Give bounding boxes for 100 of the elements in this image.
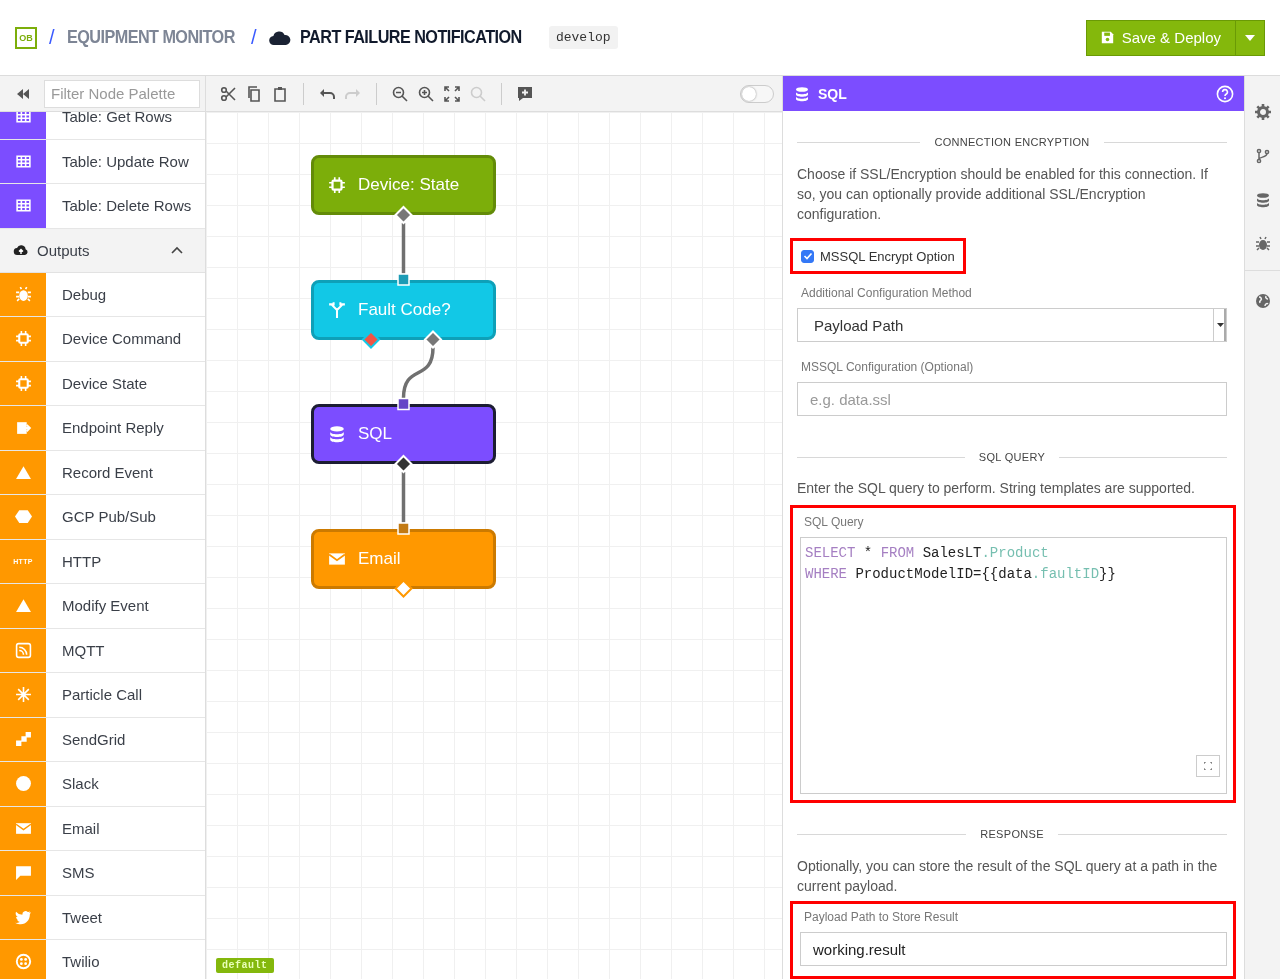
palette-node[interactable]: Modify Event [0,584,205,629]
node-label: Device: State [358,175,460,195]
breadcrumb-link[interactable]: EQUIPMENT MONITOR [66,27,235,48]
squares-icon [14,730,32,748]
palette-node[interactable]: Debug [0,272,205,317]
checkmark-icon [802,251,813,261]
node-label: SQL [358,424,393,444]
fit-view-icon [444,85,460,102]
palette-node[interactable]: Table: Update Row [0,139,205,184]
clipboard-icon [272,85,288,102]
section-heading: SQL QUERY [978,451,1046,463]
section-description: Optionally, you can store the result of the SQL query at a path in the current payload. [797,857,1219,896]
node-label: Table: Get Rows [61,112,173,126]
method-dropdown[interactable]: Payload Path [797,308,1227,342]
node-label: Table: Update Row [61,152,189,170]
input-port[interactable] [397,522,410,535]
field-label: MSSQL Configuration (Optional) [800,359,975,375]
palette-node[interactable]: Endpoint Reply [0,406,205,451]
warning-triangle-icon [14,597,32,615]
field-label: SQL Query [803,514,865,530]
zoom-out-icon [392,85,408,102]
sparkle-icon [14,686,32,704]
feed-icon [14,641,32,659]
section-description: Choose if SSL/Encryption should be enabled for this connection. If so, you can optionally provide additional SSL/Encryption configuration. [797,165,1209,224]
palette-node[interactable]: Table: Delete Rows [0,184,205,229]
node-label: HTTP [61,552,102,570]
node-label: Email [358,548,401,569]
palette-node[interactable]: Tweet [0,895,205,940]
bird-icon [14,908,32,926]
node-label: SendGrid [61,730,126,748]
globe-icon [1254,293,1271,309]
text-field[interactable]: e.g. data.ssl [797,382,1227,416]
checkbox-label: MSSQL Encrypt Option [820,248,955,264]
palette-node[interactable]: Email [0,806,205,851]
section-heading: RESPONSE [980,828,1044,840]
database-icon [794,85,810,102]
fork-icon [328,300,346,319]
node-label: Endpoint Reply [61,419,164,437]
flow-node[interactable]: SQL [311,404,496,464]
help-icon [1216,84,1234,103]
connector-line [401,223,406,274]
cloud-upload-icon [11,242,31,258]
deploy-options-button[interactable] [1235,20,1264,55]
palette-node[interactable]: Particle Call [0,673,205,718]
node-label: Record Event [61,463,153,481]
caret-down-icon [1216,323,1224,327]
palette-node[interactable]: Record Event [0,450,205,495]
palette-node[interactable]: GCP Pub/Sub [0,495,205,540]
double-chevron-left-icon [16,88,30,99]
bug-icon [14,285,32,303]
palette-node[interactable]: Device Command [0,317,205,362]
text-field[interactable]: working.result [800,932,1227,966]
chip-icon [328,176,346,194]
checkbox[interactable] [801,249,814,263]
warning-triangle-icon [14,463,32,481]
category-header[interactable]: Outputs [0,228,205,273]
palette-node[interactable]: Slack [0,762,205,807]
settings-icon [1254,104,1271,120]
node-label: Email [61,819,100,837]
node-label: Table: Delete Rows [61,197,192,215]
zoom-in-icon [418,85,434,102]
node-label: GCP Pub/Sub [61,508,156,526]
caret-down-icon [1245,34,1255,41]
code-line: SELECT * FROM SalesLT.Product [805,544,1050,563]
connector-line [401,347,435,399]
filter-field[interactable]: Filter Node Palette [44,79,200,108]
palette-node[interactable]: SMS [0,851,205,896]
chat-bubble-icon [14,864,32,882]
node-label: Slack [61,775,99,793]
node-label: Twilio [61,953,100,971]
branch-icon [1254,148,1271,164]
field-label: Payload Path to Store Result [803,909,960,925]
palette-node[interactable]: MQTT [0,628,205,673]
node-label: MQTT [61,641,105,659]
node-label: Device Command [61,330,182,348]
table-grid-icon [14,197,32,215]
palette-node[interactable]: SendGrid [0,717,205,762]
code-editor[interactable]: SELECT * FROM SalesLT.Product WHERE ProductModelID={{data.faultID}} [800,537,1227,794]
toggle-switch[interactable] [740,84,774,103]
copy-icon [246,85,262,102]
code-line: WHERE ProductModelID={{data.faultID}} [805,565,1117,584]
database-icon [1254,192,1271,208]
input-port[interactable] [397,273,410,286]
flow-title: PART FAILURE NOTIFICATION [299,27,522,48]
node-label: Modify Event [61,597,149,615]
add-comment-icon [517,85,533,102]
chip-icon [14,374,32,392]
node-label: Device State [61,374,148,392]
help-button[interactable] [1216,84,1234,103]
palette-node[interactable]: Device State [0,361,205,406]
palette-node[interactable]: Table: Get Rows [0,112,205,140]
hexagon-icon [14,508,32,526]
logo: OB [15,26,37,49]
node-label: Debug [61,285,107,303]
clipboard-arrow-icon [14,419,32,437]
breadcrumb-separator: / [49,26,55,49]
breadcrumb-separator: / [251,26,257,49]
panel-title: SQL [818,85,848,102]
node-label: Tweet [61,908,103,926]
input-port[interactable] [397,397,410,411]
